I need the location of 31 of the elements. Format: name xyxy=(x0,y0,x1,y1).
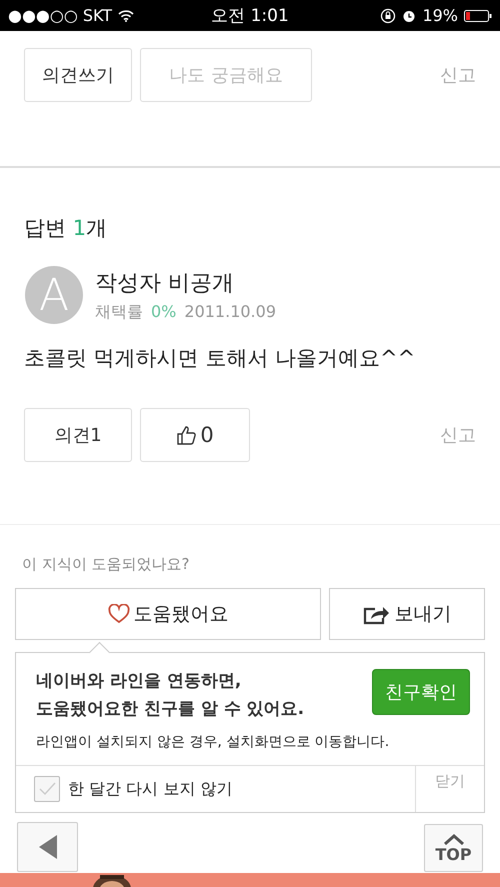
dont-show-label: 한 달간 다시 보지 않기 xyxy=(68,778,232,800)
checkmark-icon xyxy=(37,781,57,797)
adoption-rate: 0% xyxy=(151,302,176,322)
popup-headline: 네이버와 라인을 연동하면, 도움됐어요한 친구를 알 수 있어요. xyxy=(36,670,304,721)
thumbs-up-icon xyxy=(176,424,198,446)
wifi-icon xyxy=(118,10,134,22)
battery-icon xyxy=(464,10,492,22)
checkbox[interactable] xyxy=(34,776,60,802)
popup-note: 라인앱이 설치되지 않은 경우, 설치화면으로 이동합니다. xyxy=(35,733,390,752)
send-button[interactable]: 보내기 xyxy=(329,588,485,640)
adoption-rate-label: 채택률 xyxy=(95,302,143,322)
feedback-prompt: 이 지식이 도움되었나요? xyxy=(22,555,190,574)
alarm-clock-icon xyxy=(402,8,416,22)
comment-button[interactable]: 의견1 xyxy=(24,408,132,462)
rotation-lock-icon xyxy=(380,8,396,24)
status-time: 오전 1:01 xyxy=(211,5,289,27)
answer-text: 초콜릿 먹게하시면 토해서 나올거예요^^ xyxy=(24,345,416,372)
back-button[interactable] xyxy=(17,822,78,872)
carrier-label: ●●●○○ SKT xyxy=(8,6,112,25)
avatar-icon: A xyxy=(25,266,83,324)
author-name: 작성자 비공개 xyxy=(95,270,235,298)
heart-icon xyxy=(108,604,130,624)
back-arrow-icon xyxy=(36,834,58,860)
helpful-button[interactable]: 도움됐어요 xyxy=(15,588,321,640)
scroll-top-button[interactable]: TOP xyxy=(424,824,483,872)
battery-percent: 19% xyxy=(422,6,458,25)
like-button[interactable]: 0 xyxy=(140,408,250,462)
write-opinion-button[interactable]: 의견쓰기 xyxy=(24,48,132,102)
answers-heading: 답변 1개 xyxy=(24,215,108,242)
answer-date: 2011.10.09 xyxy=(184,302,276,322)
caret-icon xyxy=(442,832,464,844)
